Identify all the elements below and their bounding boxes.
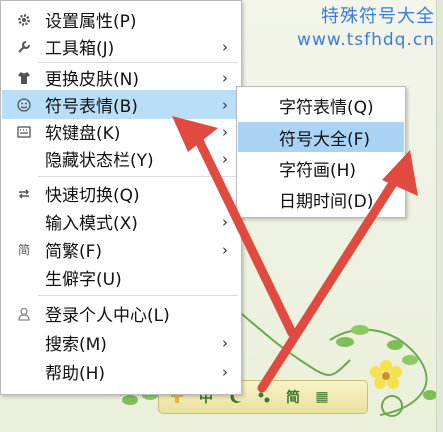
arrow-to-symbol-collection — [257, 150, 418, 393]
arrow-to-symbols-menu — [172, 116, 297, 338]
annotation-arrows — [172, 116, 418, 393]
